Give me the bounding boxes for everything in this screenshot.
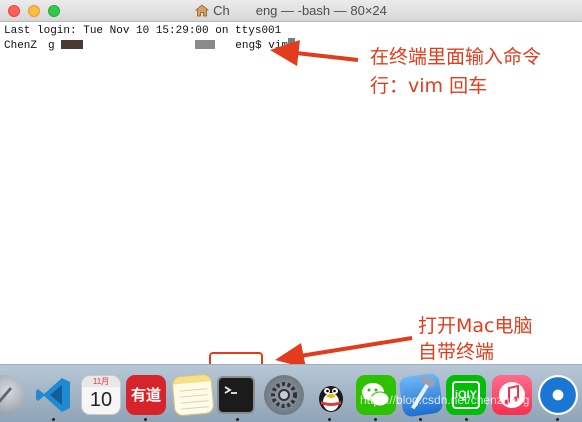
terminal-note-line1: 在终端里面输入命令: [370, 46, 542, 68]
launchpad-icon[interactable]: [0, 375, 24, 415]
running-indicator: [236, 418, 239, 421]
running-indicator: [328, 418, 331, 421]
running-indicator: [556, 418, 559, 421]
dock-note-line1: 打开Mac电脑: [418, 315, 533, 337]
dock: 11月 10 有道 iQIY https://blog.csdn.net/che…: [0, 364, 582, 422]
baidu-netdisk-icon[interactable]: [538, 375, 578, 415]
notes-icon[interactable]: [171, 373, 215, 417]
calendar-day: 10: [89, 389, 113, 411]
calendar-month: 11月: [82, 376, 120, 387]
calendar-icon[interactable]: 11月 10: [81, 375, 121, 415]
vscode-icon[interactable]: [34, 375, 74, 415]
watermark: https://blog.csdn.net/chenzheng: [360, 393, 530, 407]
youdao-label: 有道: [130, 386, 161, 404]
dock-note-line2: 自带终端: [418, 341, 495, 363]
youdao-dictionary-icon[interactable]: 有道: [126, 375, 166, 415]
system-preferences-icon[interactable]: [264, 375, 304, 415]
terminal-app-icon[interactable]: [217, 376, 255, 414]
arrow-to-command: [270, 40, 359, 66]
running-indicator: [465, 418, 468, 421]
terminal-note-line2: 行：vim 回车: [370, 75, 488, 97]
running-indicator: [144, 418, 147, 421]
running-indicator: [419, 418, 422, 421]
qq-icon[interactable]: [311, 375, 351, 415]
running-indicator: [374, 418, 377, 421]
running-indicator: [52, 418, 55, 421]
